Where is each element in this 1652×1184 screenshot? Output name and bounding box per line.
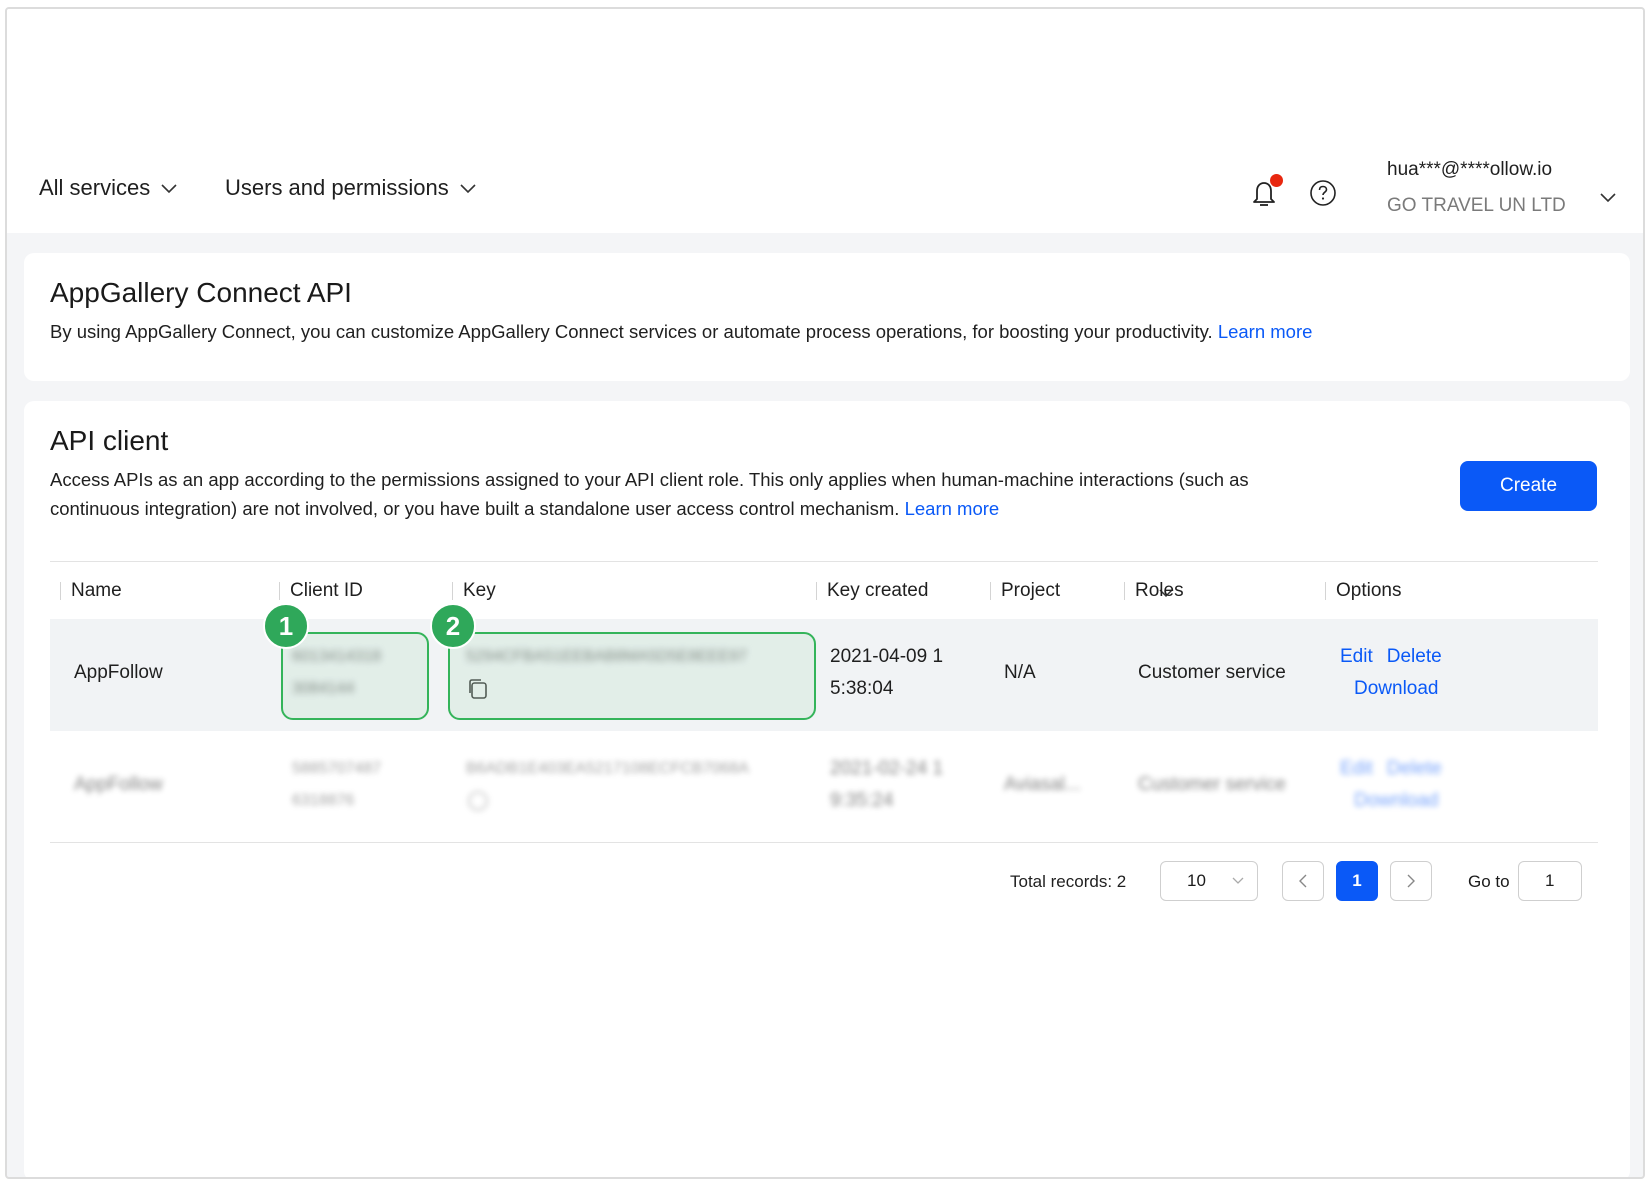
- page-size-select[interactable]: 10: [1160, 861, 1258, 901]
- column-header-options: Options: [1325, 580, 1401, 602]
- row-project: N/A: [1004, 662, 1036, 683]
- help-icon[interactable]: [1309, 179, 1337, 207]
- chevron-right-icon: [1407, 874, 1415, 888]
- user-email: hua***@****ollow.io: [1387, 159, 1553, 180]
- intro-learn-more-link[interactable]: Learn more: [1218, 321, 1313, 342]
- page-title: AppGallery Connect API: [50, 277, 352, 308]
- row-name: AppFollow: [74, 774, 163, 795]
- chevron-down-icon: [460, 184, 476, 194]
- next-page-button[interactable]: [1390, 861, 1432, 901]
- chevron-down-icon: [161, 184, 177, 194]
- api-client-card: API client Access APIs as an app accordi…: [24, 401, 1630, 1177]
- key-highlight: [448, 632, 816, 720]
- row-key-created: 2021-02-24 1 9:35:24: [830, 758, 944, 811]
- column-header-name: Name: [60, 580, 122, 602]
- copy-icon[interactable]: [466, 789, 490, 813]
- delete-link[interactable]: Delete: [1387, 758, 1442, 779]
- total-records: Total records: 2: [1010, 872, 1127, 891]
- row-key-created: 2021-04-09 1 5:38:04: [830, 646, 944, 699]
- row-name: AppFollow: [74, 662, 163, 683]
- column-header-roles: Roles: [1124, 580, 1184, 602]
- notification-dot: [1270, 174, 1283, 187]
- page-size-value: 10: [1187, 871, 1206, 890]
- column-header-key-created: Key created: [816, 580, 928, 602]
- column-header-project: Project: [990, 580, 1060, 602]
- intro-card: AppGallery Connect API By using AppGalle…: [24, 253, 1630, 381]
- account-menu-chevron-icon[interactable]: [1599, 191, 1617, 203]
- api-client-learn-more-link[interactable]: Learn more: [905, 498, 1000, 519]
- row-project: Aviasal...: [1004, 774, 1081, 795]
- edit-link[interactable]: Edit: [1340, 646, 1373, 667]
- users-permissions-label: Users and permissions: [225, 175, 449, 200]
- annotation-badge-2: 2: [430, 603, 476, 649]
- download-link[interactable]: Download: [1354, 790, 1439, 811]
- row-options: Edit Delete Download: [1340, 641, 1456, 705]
- delete-link[interactable]: Delete: [1387, 646, 1442, 667]
- row-key: B6ADB1E403EA5217108ECFCB7068A: [466, 760, 749, 777]
- client-id-highlight: [281, 632, 429, 720]
- intro-description-text: By using AppGallery Connect, you can cus…: [50, 321, 1213, 342]
- app-window: All services Users and permissions hua**…: [5, 7, 1645, 1179]
- notification-bell-icon[interactable]: [1249, 174, 1283, 209]
- create-button[interactable]: Create: [1460, 461, 1597, 511]
- goto-page-input[interactable]: [1518, 861, 1582, 901]
- column-header-key: Key: [452, 580, 496, 602]
- row-role: Customer service: [1138, 662, 1286, 683]
- download-link[interactable]: Download: [1354, 678, 1439, 699]
- row-role: Customer service: [1138, 774, 1286, 795]
- top-bar: All services Users and permissions hua**…: [7, 9, 1643, 233]
- table-row: AppFollow 5885707487 6318876 B6ADB1E403E…: [50, 731, 1598, 843]
- page-button-current[interactable]: 1: [1336, 861, 1378, 901]
- edit-link[interactable]: Edit: [1340, 758, 1373, 779]
- chevron-down-icon: [1232, 877, 1244, 884]
- goto-label: Go to: [1468, 872, 1510, 891]
- row-options: Edit Delete Download: [1340, 753, 1456, 817]
- prev-page-button[interactable]: [1282, 861, 1324, 901]
- section-title: API client: [50, 425, 169, 456]
- annotation-badge-1: 1: [263, 603, 309, 649]
- user-organization: GO TRAVEL UN LTD: [1387, 195, 1566, 216]
- all-services-menu[interactable]: All services: [39, 175, 178, 201]
- pagination: Total records: 2 10 1 Go to: [50, 861, 1598, 905]
- intro-description: By using AppGallery Connect, you can cus…: [50, 317, 1312, 346]
- api-client-description-text: Access APIs as an app according to the p…: [50, 469, 1249, 519]
- users-permissions-menu[interactable]: Users and permissions: [225, 175, 477, 201]
- column-header-client-id: Client ID: [279, 580, 363, 602]
- api-client-description: Access APIs as an app according to the p…: [50, 465, 1290, 523]
- row-key-cell: B6ADB1E403EA5217108ECFCB7068A: [466, 753, 749, 817]
- api-client-table: Name Client ID Key Key created Project R…: [50, 561, 1598, 901]
- chevron-left-icon: [1299, 874, 1307, 888]
- row-client-id: 5885707487 6318876: [292, 760, 381, 809]
- all-services-label: All services: [39, 175, 151, 200]
